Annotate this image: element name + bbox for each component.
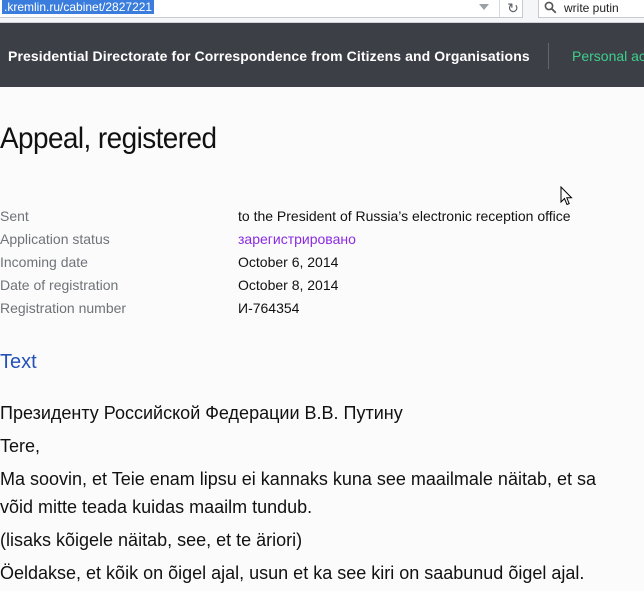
search-icon[interactable] — [544, 1, 557, 14]
mouse-cursor-icon — [560, 186, 573, 206]
search-input[interactable]: write putin — [538, 0, 644, 18]
browser-toolbar: .kremlin.ru/cabinet/2827221 ↻ write puti… — [0, 0, 644, 23]
detail-value-incoming-date: October 6, 2014 — [238, 254, 339, 270]
page-title: Appeal, registered — [0, 122, 217, 155]
text-line: Ma soovin, et Teie enam lipsu ei kannaks… — [0, 469, 597, 489]
reload-icon[interactable]: ↻ — [505, 0, 521, 17]
header-divider — [548, 43, 549, 69]
personal-account-link[interactable]: Personal ac — [572, 48, 644, 64]
detail-label-sent: Sent — [0, 208, 29, 224]
text-line: võid mitte teada kuidas maailm tundub. — [0, 497, 313, 517]
site-header: Presidential Directorate for Corresponde… — [0, 23, 644, 87]
text-line: (lisaks kõigele näitab, see, et te ärior… — [0, 530, 303, 550]
detail-label-registration-number: Registration number — [0, 300, 127, 316]
detail-label-incoming-date: Incoming date — [0, 254, 88, 270]
search-query[interactable]: write putin — [564, 1, 619, 15]
detail-value-registration-date: October 8, 2014 — [238, 277, 339, 293]
text-line: Президенту Российской Федерации В.В. Пут… — [0, 403, 403, 423]
text-line: Tere, — [0, 436, 41, 456]
url-text[interactable]: .kremlin.ru/cabinet/2827221 — [2, 0, 155, 14]
status-badge: зарегистрировано — [238, 231, 356, 247]
text-line: Öeldakse, et kõik on õigel ajal, usun et… — [0, 563, 585, 583]
header-title[interactable]: Presidential Directorate for Corresponde… — [8, 48, 530, 64]
detail-value-registration-number: И-764354 — [238, 300, 300, 316]
detail-value-sent: to the President of Russia’s electronic … — [238, 208, 571, 224]
url-dropdown-icon[interactable] — [479, 4, 489, 10]
detail-label-status: Application status — [0, 231, 110, 247]
text-section-heading: Text — [0, 351, 37, 373]
detail-label-registration-date: Date of registration — [0, 277, 119, 293]
address-bar[interactable]: .kremlin.ru/cabinet/2827221 ↻ — [0, 0, 523, 18]
url-divider — [499, 0, 500, 17]
